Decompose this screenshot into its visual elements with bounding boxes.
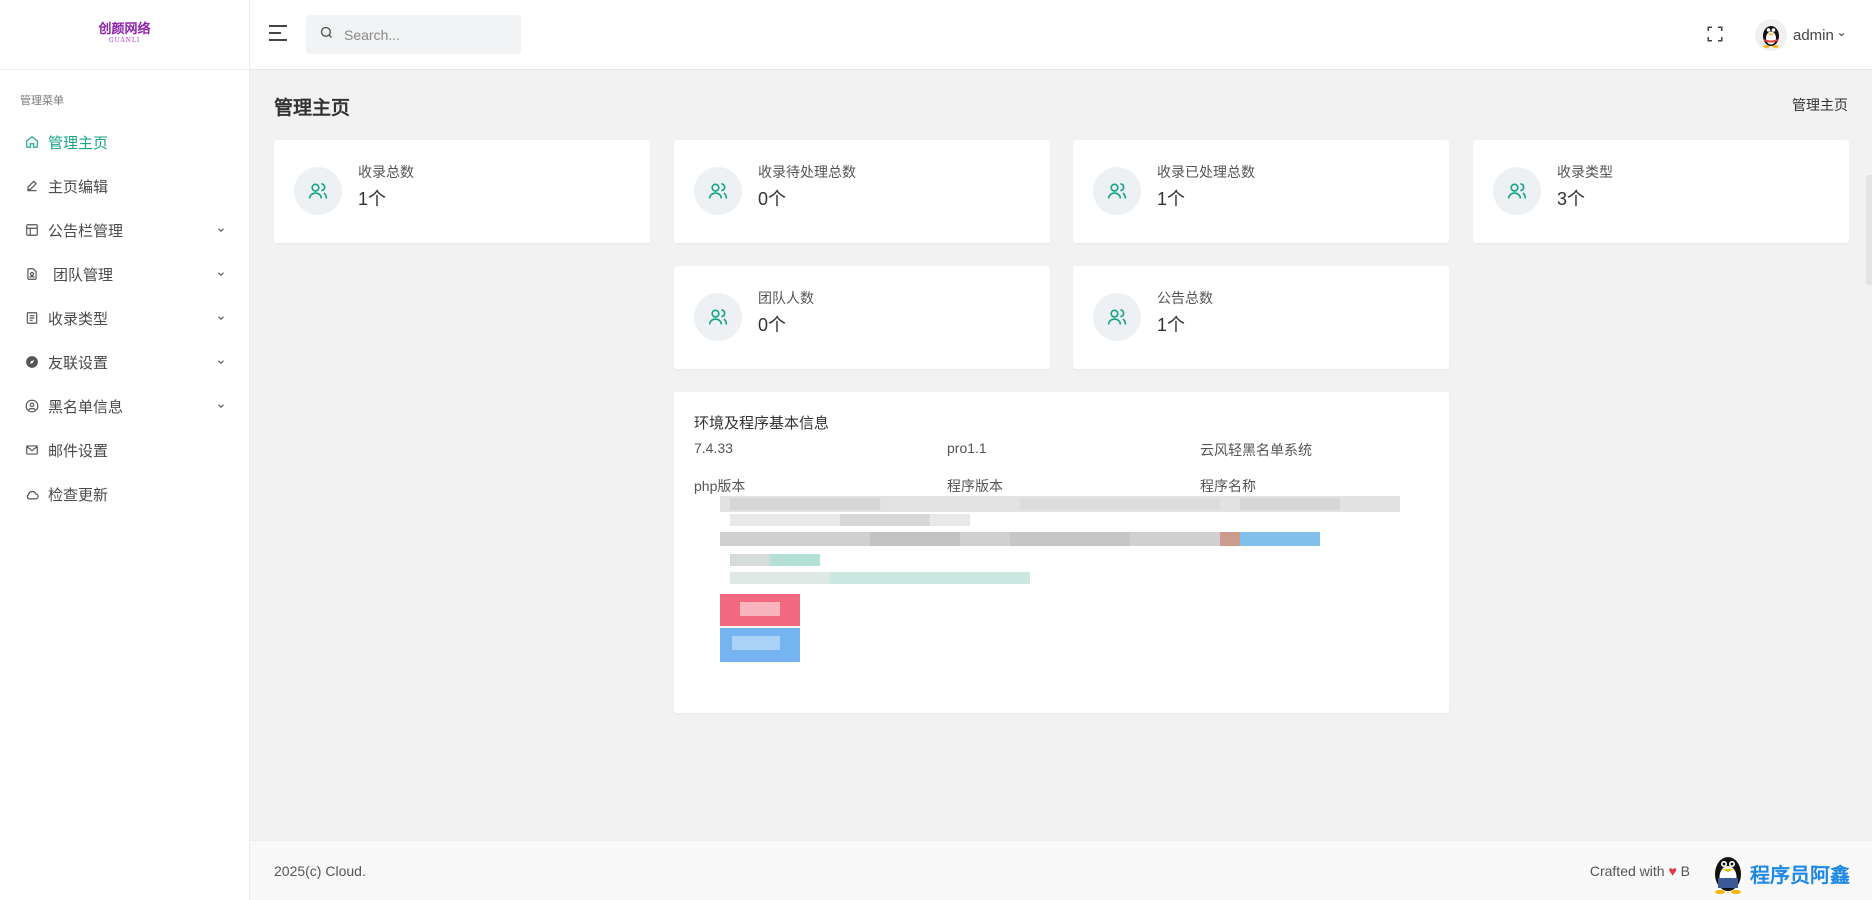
stat-card: 收录总数 1个: [274, 140, 650, 243]
heart-icon: ♥: [1668, 863, 1677, 879]
breadcrumb[interactable]: 管理主页: [1792, 95, 1848, 115]
sidebar-item-label: 主页编辑: [48, 178, 109, 196]
brand-logo[interactable]: 创颜网络 GUANLI: [0, 0, 249, 70]
stat-card: 收录已处理总数 1个: [1073, 140, 1449, 243]
avatar: [1755, 19, 1787, 51]
sidebar-item-label: 友联设置: [48, 354, 109, 372]
users-icon: [694, 293, 742, 341]
watermark-text: 程序员阿鑫: [1750, 864, 1850, 887]
stat-value: 1个: [1157, 315, 1186, 335]
chevron-down-icon: [1837, 26, 1846, 44]
list-doc-icon: [24, 310, 40, 326]
stat-label: 团队人数: [758, 290, 814, 306]
stat-card: 公告总数 1个: [1073, 266, 1449, 369]
mail-icon: [24, 442, 40, 458]
layout-icon: [24, 222, 40, 238]
sidebar-item-label: 黑名单信息: [48, 398, 124, 416]
search-input[interactable]: [344, 26, 514, 43]
top-header: admin: [250, 0, 1872, 70]
copyright-text: 2025(c) Cloud.: [274, 863, 366, 879]
user-menu[interactable]: admin: [1755, 18, 1846, 52]
sidebar-item-label: 收录类型: [48, 310, 109, 328]
php-version-value: 7.4.33: [694, 440, 733, 456]
users-icon: [1093, 167, 1141, 215]
program-name-value: 云风轻黑名单系统: [1200, 442, 1312, 458]
users-icon: [1493, 167, 1541, 215]
stat-value: 0个: [758, 189, 787, 209]
sidebar-item-label: 检查更新: [48, 486, 109, 504]
chevron-down-icon: [215, 400, 227, 412]
sidebar-menu: 管理主页 主页编辑 公告栏管理 团队管理 收录类型 友联设置 黑名单信息 邮件设…: [0, 120, 249, 516]
php-version-label: php版本: [694, 478, 746, 494]
sidebar-item-label: 公告栏管理: [48, 222, 124, 240]
environment-info-card: 环境及程序基本信息 7.4.33 pro1.1 云风轻黑名单系统 php版本 程…: [674, 392, 1449, 713]
program-name-label: 程序名称: [1200, 478, 1256, 494]
user-name: admin: [1793, 26, 1834, 44]
sidebar-item-label: 邮件设置: [48, 442, 109, 460]
menu-toggle-icon[interactable]: [268, 24, 290, 46]
sidebar-item-home-edit[interactable]: 主页编辑: [0, 164, 249, 208]
chevron-down-icon: [215, 224, 227, 236]
search-box: [306, 15, 521, 54]
stat-value: 3个: [1557, 189, 1586, 209]
pencil-icon: [24, 178, 40, 194]
contact-file-icon: [24, 266, 40, 282]
sidebar-item-notice-board[interactable]: 公告栏管理: [0, 208, 249, 252]
watermark: 程序员阿鑫: [1710, 850, 1870, 896]
user-circle-icon: [24, 398, 40, 414]
sidebar-item-collection-types[interactable]: 收录类型: [0, 296, 249, 340]
side-scroll-tab[interactable]: [1866, 175, 1872, 285]
users-icon: [1093, 293, 1141, 341]
stat-card: 团队人数 0个: [674, 266, 1050, 369]
stat-card: 收录待处理总数 0个: [674, 140, 1050, 243]
sidebar-item-check-update[interactable]: 检查更新: [0, 472, 249, 516]
home-icon: [24, 134, 40, 150]
stat-value: 0个: [758, 315, 787, 335]
program-version-value: pro1.1: [947, 440, 987, 456]
chevron-down-icon: [215, 312, 227, 324]
sidebar-item-label: 管理主页: [48, 134, 109, 152]
pixelated-redacted-content: [720, 496, 1400, 662]
fullscreen-icon[interactable]: [1706, 25, 1726, 45]
stat-label: 公告总数: [1157, 290, 1213, 306]
footer: 2025(c) Cloud. Crafted with ♥ B: [250, 840, 1872, 900]
sidebar-item-blacklist[interactable]: 黑名单信息: [0, 384, 249, 428]
users-icon: [294, 167, 342, 215]
chevron-down-icon: [215, 268, 227, 280]
sidebar-item-team[interactable]: 团队管理: [0, 252, 249, 296]
menu-caption: 管理菜单: [20, 95, 64, 107]
stat-label: 收录类型: [1557, 164, 1613, 180]
stat-value: 1个: [358, 189, 387, 209]
stat-label: 收录总数: [358, 164, 414, 180]
search-icon: [319, 25, 334, 45]
compass-icon: [24, 354, 40, 370]
chevron-down-icon: [215, 356, 227, 368]
crafted-with-text: Crafted with ♥ B: [1589, 863, 1690, 879]
sidebar-item-mail-settings[interactable]: 邮件设置: [0, 428, 249, 472]
sidebar-item-friend-links[interactable]: 友联设置: [0, 340, 249, 384]
info-title: 环境及程序基本信息: [694, 415, 830, 432]
program-version-label: 程序版本: [947, 478, 1003, 494]
page-title: 管理主页: [274, 98, 351, 119]
sidebar-item-label: 团队管理: [53, 266, 114, 284]
sidebar: 创颜网络 GUANLI 管理菜单 管理主页 主页编辑 公告栏管理 团队管理 收录…: [0, 0, 250, 900]
stat-card: 收录类型 3个: [1473, 140, 1849, 243]
stat-label: 收录待处理总数: [758, 164, 856, 180]
sidebar-item-dashboard[interactable]: 管理主页: [0, 120, 249, 164]
cloud-icon: [24, 486, 40, 502]
stat-label: 收录已处理总数: [1157, 164, 1255, 180]
logo-image: 创颜网络 GUANLI: [98, 21, 151, 44]
stat-value: 1个: [1157, 189, 1186, 209]
users-icon: [694, 167, 742, 215]
penguin-icon: [1715, 857, 1741, 894]
